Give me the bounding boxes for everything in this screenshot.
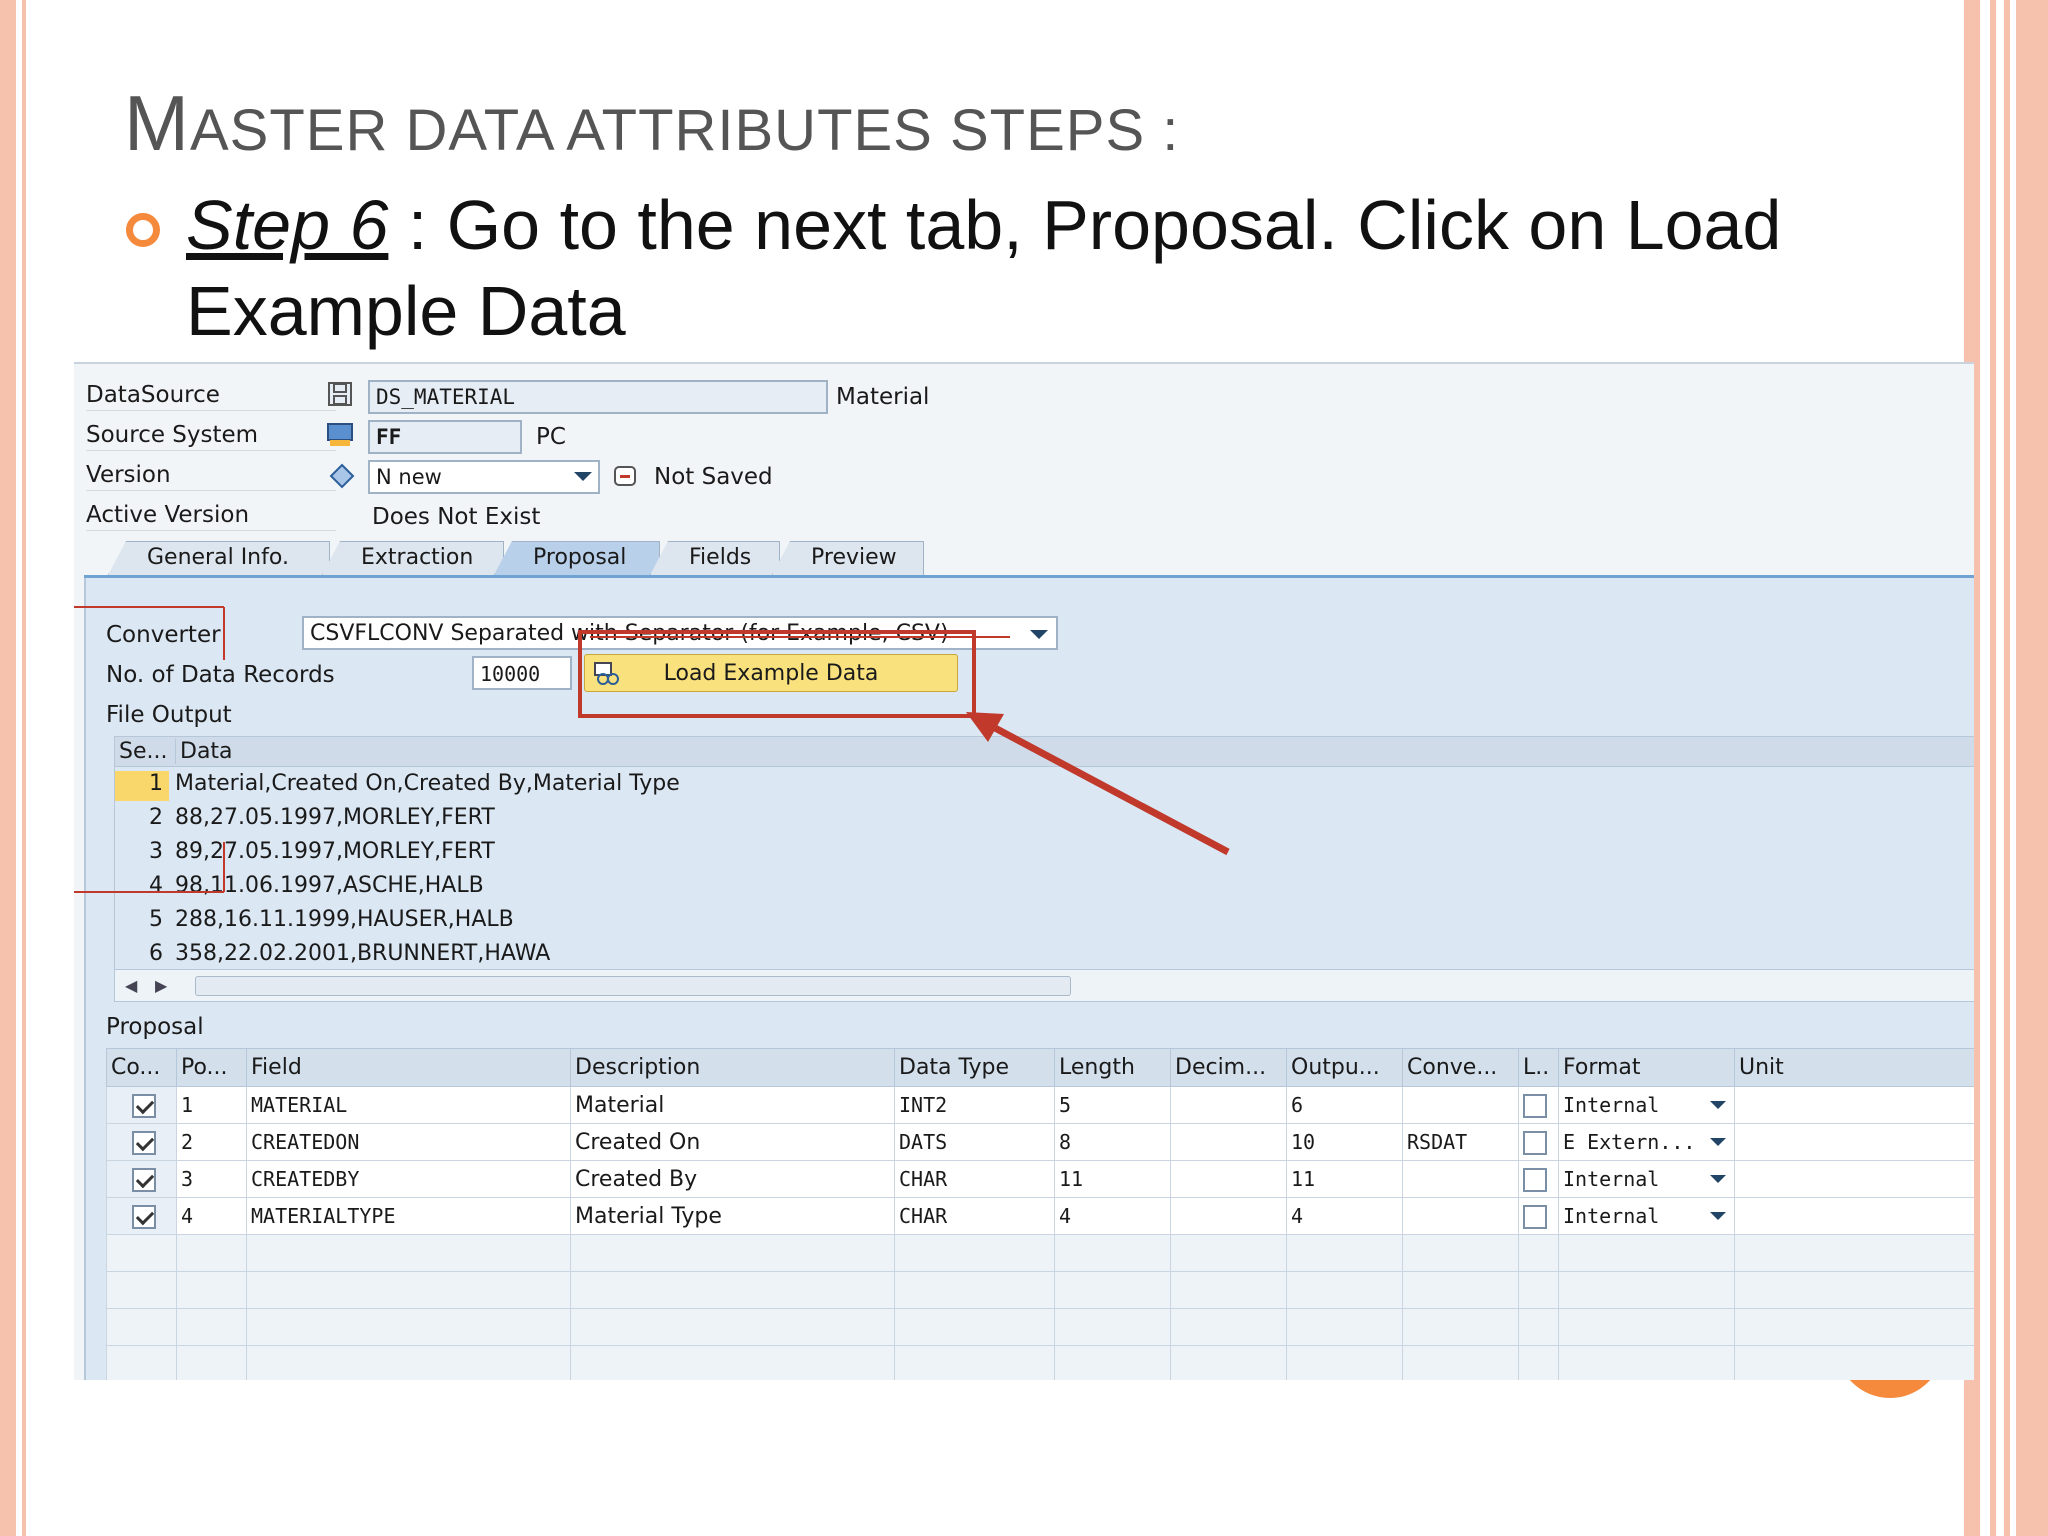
format-dropdown[interactable]: Internal xyxy=(1563,1093,1734,1117)
records-field[interactable]: 10000 xyxy=(472,656,572,690)
col-header-unit[interactable]: Unit xyxy=(1734,1048,1974,1087)
table-row[interactable]: 3 CREATEDBY Created By CHAR 11 11 Intern… xyxy=(106,1160,1974,1198)
chevron-down-icon xyxy=(1710,1175,1726,1183)
format-dropdown[interactable]: Internal xyxy=(1563,1167,1734,1191)
tab-proposal[interactable]: Proposal xyxy=(494,541,660,575)
save-icon[interactable] xyxy=(326,380,354,408)
chevron-down-icon xyxy=(1710,1101,1726,1109)
table-row[interactable] xyxy=(106,1345,1974,1380)
tab-extraction[interactable]: Extraction xyxy=(322,541,504,575)
source-system-label: Source System xyxy=(86,422,336,451)
tab-fields[interactable]: Fields xyxy=(650,541,780,575)
col-header-length[interactable]: Length xyxy=(1054,1048,1171,1087)
tab-strip: General Info. Extraction Proposal Fields… xyxy=(84,532,1974,578)
col-header-pos[interactable]: Po... xyxy=(176,1048,247,1087)
version-dropdown[interactable]: N new xyxy=(368,460,600,494)
scroll-thumb[interactable] xyxy=(195,976,1071,996)
table-row[interactable]: 2 CREATEDON Created On DATS 8 10 RSDAT E… xyxy=(106,1123,1974,1161)
annotation-bracket xyxy=(74,606,225,893)
sap-datasource-screen: DataSource DS_MATERIAL Material Source S… xyxy=(74,362,1974,1380)
diamond-icon xyxy=(329,463,355,489)
grid-row[interactable]: 4 98,11.06.1997,ASCHE,HALB xyxy=(115,871,1974,905)
col-header-field[interactable]: Field xyxy=(246,1048,571,1087)
lowercase-checkbox[interactable] xyxy=(1523,1130,1547,1155)
bullet-text: Step 6 : Go to the next tab, Proposal. C… xyxy=(186,182,1886,354)
table-row[interactable] xyxy=(106,1271,1974,1309)
format-dropdown[interactable]: Internal xyxy=(1563,1204,1734,1228)
step-text: : Go to the next tab, Proposal. Click on… xyxy=(186,186,1782,350)
lowercase-checkbox[interactable] xyxy=(1523,1204,1547,1229)
col-header-format[interactable]: Format xyxy=(1558,1048,1735,1087)
tab-general-info[interactable]: General Info. xyxy=(108,541,330,575)
format-dropdown[interactable]: E Extern... xyxy=(1563,1130,1734,1154)
col-header-conversion[interactable]: Conve... xyxy=(1402,1048,1519,1087)
horizontal-scrollbar[interactable]: ◀ ▶ xyxy=(115,969,1974,1001)
lowercase-checkbox[interactable] xyxy=(1523,1167,1547,1192)
chevron-down-icon xyxy=(1030,630,1048,639)
pointer-arrow-icon xyxy=(966,712,1230,856)
row-checkbox[interactable] xyxy=(131,1093,156,1118)
table-row[interactable] xyxy=(106,1308,1974,1346)
proposal-table: Co... Po... Field Description Data Type … xyxy=(106,1048,1974,1380)
source-system-description: PC xyxy=(536,424,566,450)
row-checkbox[interactable] xyxy=(131,1167,156,1192)
row-checkbox[interactable] xyxy=(131,1204,156,1229)
row-checkbox[interactable] xyxy=(131,1130,156,1155)
col-header-co[interactable]: Co... xyxy=(106,1048,177,1087)
step-label: Step 6 xyxy=(186,186,389,264)
version-label: Version xyxy=(86,462,336,491)
pc-system-icon xyxy=(327,423,353,446)
datasource-field[interactable]: DS_MATERIAL xyxy=(368,380,828,414)
active-version-label: Active Version xyxy=(86,502,336,531)
tab-preview[interactable]: Preview xyxy=(772,541,924,575)
slide-left-border xyxy=(0,0,26,1536)
slide-title: MASTER DATA ATTRIBUTES STEPS : xyxy=(124,79,1180,167)
active-version-value: Does Not Exist xyxy=(372,504,541,530)
status-minus-icon xyxy=(614,466,636,486)
datasource-label: DataSource xyxy=(86,382,336,411)
table-row[interactable]: 4 MATERIALTYPE Material Type CHAR 4 4 In… xyxy=(106,1197,1974,1235)
scroll-right-icon[interactable]: ▶ xyxy=(155,976,167,995)
grid-row[interactable]: 6 358,22.02.2001,BRUNNERT,HAWA xyxy=(115,939,1974,973)
col-header-data-type[interactable]: Data Type xyxy=(894,1048,1055,1087)
scroll-left-icon[interactable]: ◀ xyxy=(125,976,137,995)
highlight-box xyxy=(578,630,976,718)
col-header-description[interactable]: Description xyxy=(570,1048,895,1087)
proposal-panel: Converter CSVFLCONV Separated with Separ… xyxy=(84,578,1974,1380)
chevron-down-icon xyxy=(1710,1212,1726,1220)
col-header-l[interactable]: L.. xyxy=(1518,1048,1559,1087)
lowercase-checkbox[interactable] xyxy=(1523,1093,1547,1118)
bullet-icon xyxy=(126,213,160,247)
source-system-field[interactable]: FF xyxy=(368,420,522,454)
chevron-down-icon xyxy=(1710,1138,1726,1146)
chevron-down-icon xyxy=(574,472,592,481)
version-status: Not Saved xyxy=(654,464,773,490)
table-row[interactable]: 1 MATERIAL Material INT2 5 6 Internal xyxy=(106,1086,1974,1124)
table-row[interactable] xyxy=(106,1234,1974,1272)
datasource-description: Material xyxy=(836,384,930,410)
col-header-output[interactable]: Outpu... xyxy=(1286,1048,1403,1087)
col-header-decimals[interactable]: Decim... xyxy=(1170,1048,1287,1087)
grid-row[interactable]: 5 288,16.11.1999,HAUSER,HALB xyxy=(115,905,1974,939)
proposal-label: Proposal xyxy=(106,1014,204,1040)
